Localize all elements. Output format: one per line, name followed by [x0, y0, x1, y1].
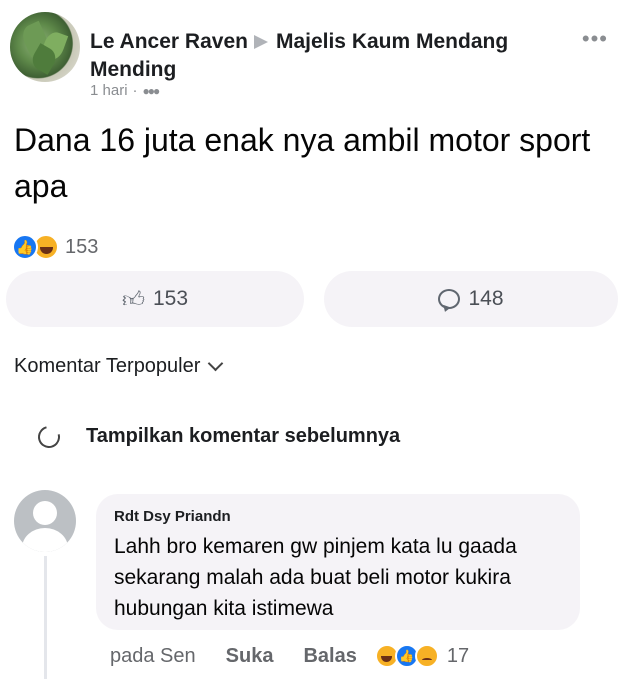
comment-actions: pada Sen Suka Balas 👍 17: [110, 644, 469, 668]
comment-button[interactable]: 148: [324, 271, 618, 327]
show-previous-comments[interactable]: Tampilkan komentar sebelumnya: [33, 421, 401, 452]
comment-reply-button[interactable]: Balas: [303, 645, 356, 668]
sad-reaction-icon: [414, 644, 439, 668]
like-button[interactable]: 👍︎ 153: [6, 271, 304, 327]
comment-time[interactable]: pada Sen: [110, 645, 196, 668]
post-title-line: Le Ancer Raven Majelis Kaum Mendang Mendi…: [90, 28, 560, 84]
commenter-avatar[interactable]: [14, 490, 76, 552]
chevron-down-icon: [208, 355, 224, 372]
comment-count: 148: [468, 287, 504, 310]
author-avatar[interactable]: [10, 12, 80, 82]
post-header: Le Ancer Raven Majelis Kaum Mendang Mendi…: [10, 12, 618, 112]
sort-label: Komentar Terpopuler: [14, 355, 201, 377]
group-privacy-icon: ●●●: [142, 83, 161, 98]
comment-like-button[interactable]: Suka: [226, 645, 274, 668]
author-name[interactable]: Le Ancer Raven: [90, 30, 248, 53]
comment-text: Lahh bro kemaren gw pinjem kata lu gaada…: [114, 535, 517, 620]
previous-comments-label: Tampilkan komentar sebelumnya: [86, 425, 401, 447]
refresh-icon: [33, 421, 65, 452]
post-time[interactable]: 1 hari: [90, 82, 128, 99]
like-reaction-icon: 👍: [12, 234, 38, 260]
comment-icon: [438, 289, 461, 309]
thumbs-up-icon: 👍︎: [121, 286, 145, 312]
comment-reaction-count[interactable]: 17: [447, 645, 469, 668]
more-icon[interactable]: •••: [582, 26, 608, 52]
post-body: Dana 16 juta enak nya ambil motor sport …: [14, 122, 591, 204]
meta-separator: ·: [132, 82, 138, 99]
comment-sort-dropdown[interactable]: Komentar Terpopuler: [14, 355, 224, 378]
reaction-count: 153: [65, 235, 99, 258]
like-count: 153: [152, 287, 189, 310]
reaction-summary[interactable]: 👍 153: [12, 234, 98, 260]
comment-author[interactable]: Rdt Dsy Priandn: [114, 508, 562, 525]
comment-bubble: Rdt Dsy Priandn Lahh bro kemaren gw pinj…: [96, 494, 580, 630]
thread-line: [44, 556, 47, 679]
post-meta: 1 hari · ●●●: [90, 82, 161, 99]
share-arrow-icon: [253, 35, 268, 50]
